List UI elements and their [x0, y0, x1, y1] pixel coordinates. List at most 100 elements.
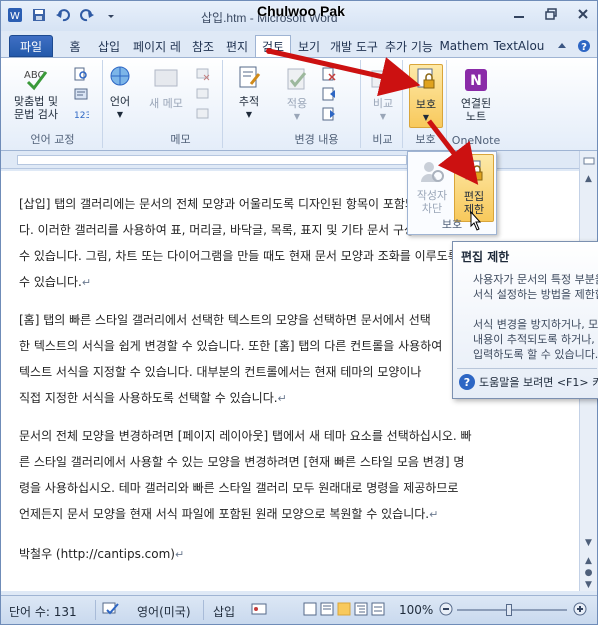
language-button[interactable]: 언어 ▼ — [105, 64, 135, 121]
restore-icon[interactable] — [543, 7, 559, 21]
protect-lock-icon — [417, 68, 435, 89]
onenote-icon: N — [465, 69, 487, 91]
author-overlay: Chulwoo Pak — [257, 3, 345, 19]
tab-mathematics[interactable]: Mathem — [437, 35, 491, 57]
tab-insert[interactable]: 삽입 — [91, 35, 127, 57]
zoom-slider-thumb[interactable] — [506, 604, 512, 616]
paragraph-line: 수 있습니다. — [19, 275, 82, 289]
restrict-editing-icon — [465, 160, 483, 181]
previous-memo-icon[interactable] — [195, 86, 211, 102]
thesaurus-icon[interactable] — [73, 86, 89, 102]
ribbon-tabs: 파일 홈 삽입 페이지 레 참조 편지 검토 보기 개발 도구 추가 기능 Ma… — [1, 33, 597, 57]
tooltip-title: 편집 제한 — [461, 250, 510, 264]
help-icon[interactable]: ? — [577, 39, 591, 53]
block-authors-label: 작성자 차단 — [416, 189, 448, 215]
tab-home[interactable]: 홈 — [61, 35, 89, 57]
paragraph-4: 박철우 (http://cantips.com)↵ — [19, 541, 567, 568]
tab-textaloud[interactable]: TextAlou — [493, 35, 545, 57]
research-icon[interactable] — [73, 66, 89, 82]
new-memo-button[interactable]: 새 메모 — [143, 66, 189, 110]
delete-memo-icon[interactable] — [195, 66, 211, 82]
tab-review[interactable]: 검토 — [255, 35, 291, 57]
paragraph-mark-icon: ↵ — [277, 392, 287, 405]
tab-page-layout[interactable]: 페이지 레 — [129, 35, 185, 57]
tab-view[interactable]: 보기 — [293, 35, 325, 57]
save-icon[interactable] — [29, 5, 49, 25]
tooltip-text: 입력하도록 할 수 있습니다. — [473, 348, 598, 361]
group-label-onenote: OneNote — [451, 134, 501, 147]
redo-icon[interactable] — [77, 5, 97, 25]
restrict-editing-tooltip: 편집 제한 사용자가 문서의 특정 부분을 서식 설정하는 방법을 제한합니다.… — [452, 241, 598, 399]
block-authors-button[interactable]: 작성자 차단 — [412, 158, 452, 215]
tab-mailings[interactable]: 편지 — [221, 35, 253, 57]
close-icon[interactable] — [575, 7, 591, 21]
group-label-changes: 변경 내용 — [294, 133, 339, 146]
track-dropdown-icon: ▼ — [245, 110, 253, 119]
reject-change-icon[interactable] — [321, 66, 337, 82]
linked-notes-button[interactable]: N 연결된 노트 — [453, 66, 499, 123]
outline-view-icon[interactable] — [354, 602, 368, 616]
next-change-icon[interactable] — [321, 106, 337, 122]
print-layout-view-icon[interactable] — [303, 602, 317, 616]
track-changes-button[interactable]: 추적 ▼ — [229, 64, 269, 121]
view-buttons — [303, 602, 385, 616]
paragraph-line: 문서의 전체 모양을 변경하려면 [페이지 레이아웃] 탭에서 새 테마 요소를… — [19, 429, 472, 443]
previous-change-icon[interactable] — [321, 86, 337, 102]
ruler-toggle-icon[interactable] — [581, 153, 596, 168]
signature-line: 박철우 (http://cantips.com) — [19, 547, 175, 561]
word-window: W 삽입.htm - Microsoft Word Chulwoo Pak 파일… — [0, 0, 598, 625]
compare-dropdown-icon: ▼ — [379, 112, 387, 121]
full-screen-view-icon[interactable] — [320, 602, 334, 616]
linked-notes-label: 연결된 노트 — [460, 97, 492, 123]
word-logo-icon[interactable]: W — [5, 5, 25, 25]
spelling-button[interactable]: ABC 맞춤법 및 문법 검사 — [5, 64, 67, 121]
zoom-out-icon[interactable] — [439, 602, 453, 619]
help-circle-icon: ? — [459, 374, 475, 390]
tooltip-text: 서식 설정하는 방법을 제한합니다. — [473, 288, 598, 301]
tooltip-text: 사용자가 문서의 특정 부분을 — [473, 273, 598, 286]
macro-record-icon[interactable] — [251, 601, 267, 620]
tab-addins[interactable]: 추가 기능 — [383, 35, 435, 57]
scroll-up-icon[interactable]: ▲ — [581, 171, 596, 186]
draft-view-icon[interactable] — [371, 602, 385, 616]
spelling-label: 맞춤법 및 문법 검사 — [14, 95, 58, 121]
web-layout-view-icon[interactable] — [337, 602, 351, 616]
title-bar: W 삽입.htm - Microsoft Word Chulwoo Pak — [1, 1, 597, 31]
zoom-slider[interactable] — [457, 609, 567, 611]
group-memo: 새 메모 메모 — [139, 60, 223, 148]
zoom-in-icon[interactable] — [573, 602, 587, 619]
proofing-status-icon[interactable] — [101, 601, 121, 620]
customize-qat-icon[interactable] — [101, 5, 121, 25]
accept-change-icon — [287, 68, 307, 90]
tab-developer[interactable]: 개발 도구 — [327, 35, 381, 57]
language-status[interactable]: 영어(미국) — [137, 603, 191, 620]
compare-button[interactable]: 비교 ▼ — [367, 66, 399, 123]
paragraph-mark-icon: ↵ — [429, 508, 439, 521]
minimize-icon[interactable] — [511, 7, 527, 21]
tab-file[interactable]: 파일 — [9, 35, 53, 57]
group-proofing: ABC 맞춤법 및 문법 검사 123 언어 교정 — [3, 60, 103, 148]
accept-label: 적용 — [286, 97, 308, 110]
next-memo-icon[interactable] — [195, 106, 211, 122]
protect-button[interactable]: 보호 ▼ — [409, 64, 443, 128]
tooltip-help: ? 도움말을 보려면 <F1> 키를 — [459, 374, 598, 390]
undo-icon[interactable] — [53, 5, 73, 25]
block-authors-icon — [421, 162, 444, 182]
accept-button[interactable]: 적용 ▼ — [277, 66, 317, 123]
new-memo-icon — [154, 69, 178, 87]
collapse-ribbon-icon[interactable] — [555, 39, 569, 53]
quick-access-toolbar: W — [5, 5, 121, 25]
word-count-icon[interactable]: 123 — [73, 106, 89, 122]
zoom-level[interactable]: 100% — [399, 603, 433, 617]
tooltip-separator — [457, 368, 597, 369]
scroll-down-icon[interactable]: ▼ — [581, 535, 596, 550]
insert-mode[interactable]: 삽입 — [213, 603, 235, 620]
spelling-check-icon: ABC — [24, 70, 48, 91]
paragraph-line: 령을 사용하십시오. 테마 갤러리와 빠른 스타일 갤러리 모두 원래대로 명령… — [19, 481, 459, 495]
next-page-icon[interactable]: ▼ — [581, 577, 596, 592]
accept-dropdown-icon: ▼ — [293, 112, 301, 121]
word-count[interactable]: 단어 수: 131 — [9, 603, 77, 620]
group-onenote: N 연결된 노트 OneNote — [449, 60, 503, 148]
tab-references[interactable]: 참조 — [187, 35, 219, 57]
tooltip-text: 내용이 추적되도록 하거나, 메모만 — [473, 333, 598, 346]
